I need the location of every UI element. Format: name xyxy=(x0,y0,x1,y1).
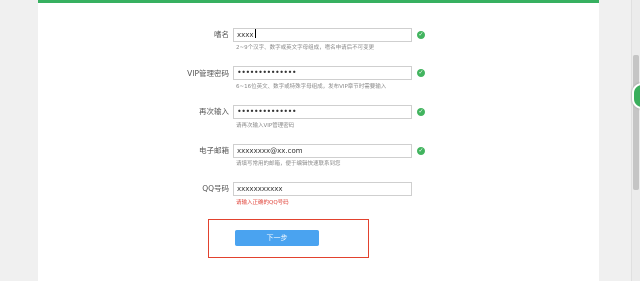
text-caret xyxy=(254,29,256,38)
panel-accent-bar xyxy=(38,0,599,3)
confirm-password-label: 再次输入 xyxy=(199,107,229,116)
email-hint: 请填写常用的邮箱，便于编辑快速联系到您 xyxy=(236,161,341,167)
confirm-password-hint: 请再次输入VIP管理密码 xyxy=(236,123,295,129)
nickname-input[interactable]: xxxx xyxy=(233,28,412,42)
check-circle-icon: ✓ xyxy=(417,31,425,39)
check-circle-icon: ✓ xyxy=(417,69,425,77)
next-button[interactable]: 下一步 xyxy=(235,230,319,246)
confirm-password-input[interactable]: •••••••••••••• xyxy=(233,105,412,119)
nickname-value: xxxx xyxy=(237,31,254,39)
side-float-widget[interactable] xyxy=(632,83,640,109)
vip-password-input[interactable]: •••••••••••••• xyxy=(233,66,412,80)
vip-password-hint: 6~16位英文、数字或特殊字母组成，发布VIP章节时需要输入 xyxy=(236,84,387,90)
qq-error-message: 请输入正确的QQ号码 xyxy=(236,200,289,206)
vip-password-label: VIP管理密码 xyxy=(187,69,229,78)
email-label: 电子邮箱 xyxy=(199,146,229,155)
qq-input[interactable]: xxxxxxxxxxx xyxy=(233,182,412,196)
scrollbar-thumb[interactable] xyxy=(633,55,639,190)
check-circle-icon: ✓ xyxy=(417,147,425,155)
check-circle-icon: ✓ xyxy=(417,108,425,116)
email-input[interactable]: xxxxxxxx@xx.com xyxy=(233,144,412,158)
nickname-label: 嗜名 xyxy=(214,30,229,39)
qq-label: QQ号码 xyxy=(202,184,229,193)
nickname-hint: 2~9个汉字、数字或英文字母组成，嗜名申请后不可变更 xyxy=(236,45,375,51)
